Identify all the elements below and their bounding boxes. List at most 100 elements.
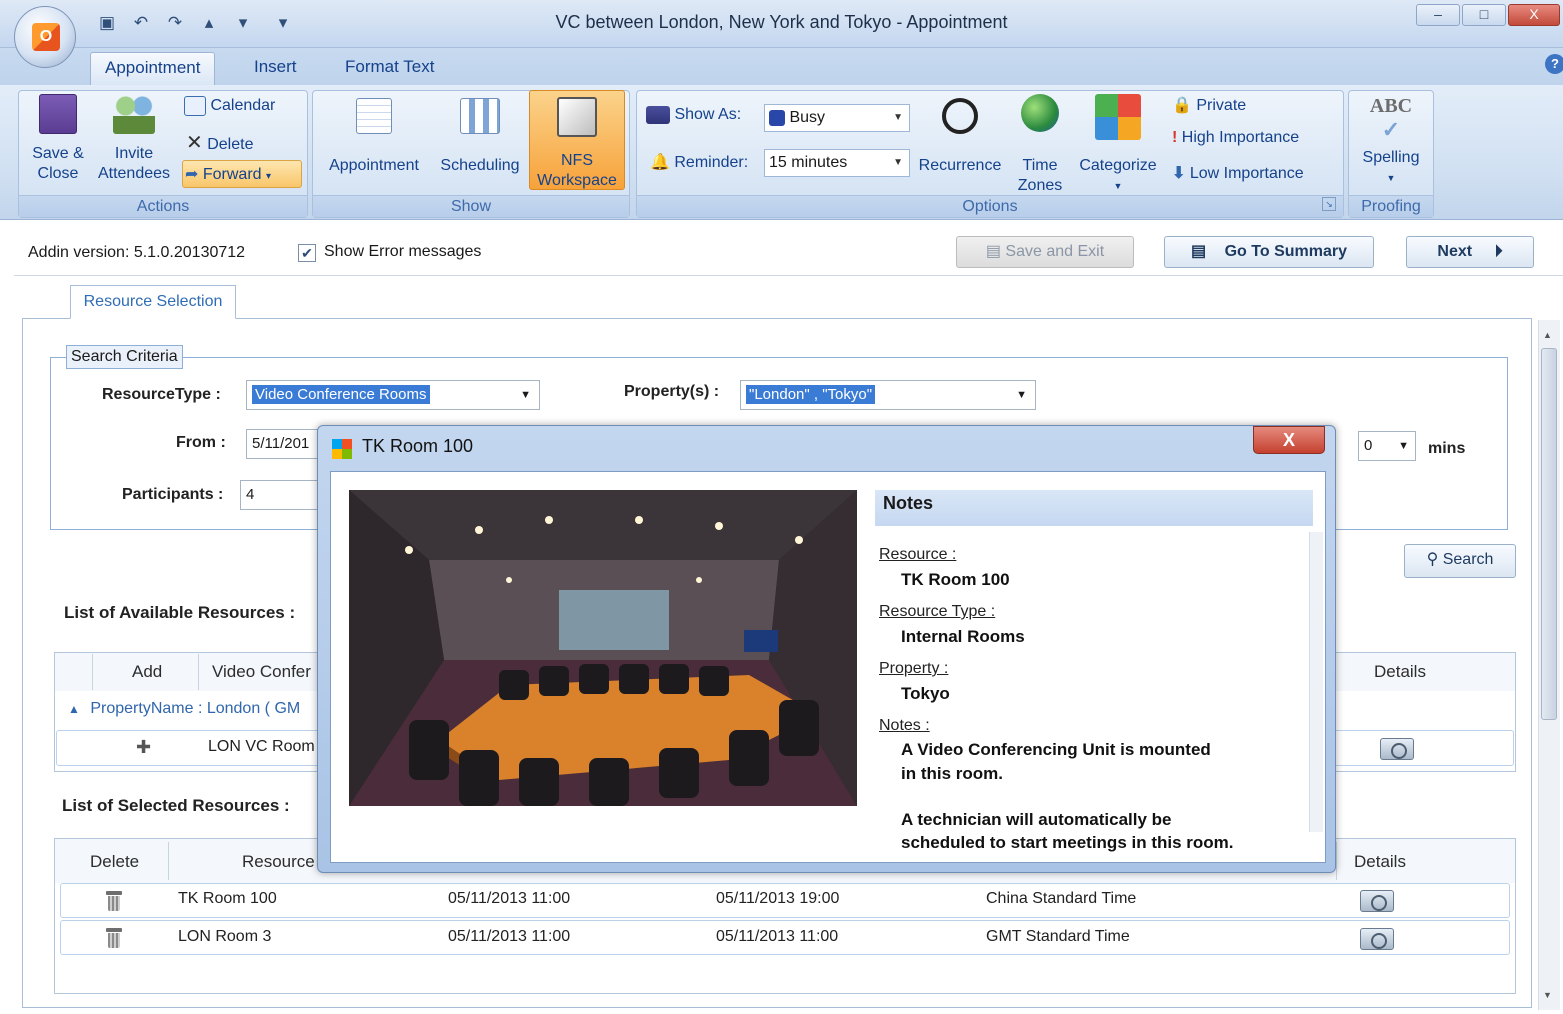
add-icon[interactable]: ✚ [136, 737, 151, 758]
reminder-dropdown-icon: ▼ [893, 157, 903, 168]
time-zones-button[interactable]: Time Zones [1012, 94, 1068, 196]
scrollbar-thumb[interactable] [1541, 348, 1557, 720]
search-button[interactable]: ⚲ Search [1404, 544, 1516, 578]
participants-input[interactable]: 4 [240, 480, 326, 510]
mins-label: mins [1428, 440, 1466, 457]
next-button[interactable]: Next ⏵ [1406, 236, 1534, 268]
col-add[interactable]: Add [132, 662, 162, 682]
tab-format-text[interactable]: Format Text [331, 52, 448, 85]
selected-end-time: 05/11/2013 19:00 [716, 890, 840, 907]
property-field-value: Tokyo [901, 684, 950, 703]
scroll-down-icon[interactable]: ▼ [1543, 990, 1552, 1000]
selected-resource-name: TK Room 100 [178, 890, 277, 907]
save-close-label-2: Close [37, 165, 79, 182]
customize-qat-icon[interactable]: ▾ [272, 10, 294, 36]
forward-button[interactable]: ➦ Forward ▾ [182, 160, 302, 188]
col-delete[interactable]: Delete [90, 852, 139, 872]
show-as-value: Busy [789, 109, 826, 126]
show-as-icon [646, 106, 670, 124]
property-select[interactable]: "London" , "Tokyo" ▼ [740, 380, 1036, 410]
notes-line-3: A technician will automatically be [901, 810, 1172, 829]
property-value: "London" , "Tokyo" [746, 385, 876, 404]
camera-icon[interactable] [1360, 890, 1394, 912]
save-close-button[interactable]: Save & Close [26, 94, 90, 184]
redo-icon[interactable]: ↷ [164, 10, 186, 36]
camera-icon[interactable] [1380, 738, 1414, 760]
reminder-select[interactable]: 15 minutes ▼ [764, 149, 910, 177]
show-errors-label: Show Error messages [324, 243, 482, 260]
col-resource[interactable]: Resource [242, 852, 315, 872]
from-date-input[interactable]: 5/11/201 [246, 429, 326, 459]
calendar-button[interactable]: Calendar [184, 96, 304, 120]
private-label: Private [1196, 97, 1247, 114]
calendar-icon [184, 96, 206, 116]
delete-button[interactable]: ✕ Delete [186, 130, 306, 154]
appointment-view-button[interactable]: Appointment [320, 98, 428, 176]
recurrence-button[interactable]: Recurrence [912, 98, 1008, 176]
low-importance-button[interactable]: ⬇ Low Importance [1172, 163, 1340, 187]
low-importance-icon: ⬇ [1172, 165, 1186, 182]
save-icon[interactable]: ▣ [96, 10, 118, 36]
high-importance-button[interactable]: ! High Importance [1172, 129, 1340, 153]
camera-icon[interactable] [1360, 928, 1394, 950]
notes-header: Notes [875, 490, 1313, 526]
show-as-label-wrap: Show As: [646, 106, 758, 132]
save-exit-button[interactable]: ▤ Save and Exit [956, 236, 1134, 268]
spelling-button[interactable]: ABC ✓ Spelling ▼ [1352, 94, 1430, 188]
maximize-button[interactable]: □ [1462, 4, 1506, 26]
show-errors-checkbox[interactable]: ✔ [298, 244, 316, 262]
summary-icon: ▤ [1191, 243, 1207, 260]
close-window-button[interactable]: X [1508, 4, 1560, 26]
collapse-icon[interactable]: ▲ [68, 702, 80, 716]
col-details[interactable]: Details [1374, 662, 1426, 682]
globe-icon [1021, 94, 1059, 132]
tab-appointment[interactable]: Appointment [90, 52, 216, 85]
options-launcher-icon[interactable]: ↘ [1322, 197, 1336, 211]
lock-icon: 🔒 [1172, 97, 1192, 114]
scroll-up-icon[interactable]: ▲ [1543, 330, 1552, 340]
categorize-button[interactable]: Categorize ▼ [1072, 94, 1164, 196]
conference-room-image [349, 490, 857, 806]
selected-timezone: China Standard Time [986, 890, 1137, 907]
forward-label: Forward [202, 166, 262, 183]
next-item-icon[interactable]: ▾ [232, 10, 254, 36]
go-to-summary-button[interactable]: ▤ Go To Summary [1164, 236, 1374, 268]
mins-select[interactable]: 0 ▼ [1358, 431, 1416, 461]
reminder-value: 15 minutes [769, 154, 848, 171]
tab-insert[interactable]: Insert [240, 52, 311, 85]
private-button[interactable]: 🔒 Private [1172, 95, 1340, 119]
selected-resources-title: List of Selected Resources : [62, 796, 290, 815]
search-criteria-legend: Search Criteria [66, 345, 183, 369]
delete-trash-icon[interactable] [106, 891, 122, 911]
show-as-select[interactable]: Busy ▼ [764, 104, 910, 132]
dialog-close-button[interactable]: X [1253, 426, 1325, 454]
recurrence-label: Recurrence [918, 157, 1002, 174]
from-label: From : [176, 434, 226, 451]
undo-icon[interactable]: ↶ [130, 10, 152, 36]
search-button-label: Search [1442, 551, 1494, 568]
appointment-icon [356, 98, 392, 134]
go-to-summary-label: Go To Summary [1224, 243, 1347, 260]
forward-dropdown-icon[interactable]: ▾ [266, 171, 271, 182]
resource-type-dropdown-icon: ▼ [520, 389, 531, 401]
help-icon[interactable]: ? [1545, 54, 1563, 74]
col-video-conference[interactable]: Video Confer [212, 662, 311, 682]
invite-label-2: Attendees [97, 165, 171, 182]
minimize-button[interactable]: – [1416, 4, 1460, 26]
office-button[interactable]: O [14, 6, 76, 68]
delete-trash-icon[interactable] [106, 928, 122, 948]
categorize-label: Categorize [1079, 157, 1157, 174]
nfs-workspace-button[interactable]: NFS Workspace [529, 90, 625, 190]
col-details-selected[interactable]: Details [1354, 852, 1406, 872]
spelling-dropdown-icon: ▼ [1386, 173, 1396, 183]
resource-name: LON VC Room [208, 738, 315, 755]
grid-divider [168, 842, 169, 880]
notes-scrollbar[interactable] [1309, 532, 1323, 832]
nfs-label-1: NFS [561, 152, 593, 169]
tab-resource-selection[interactable]: Resource Selection [70, 285, 236, 319]
group-row-london[interactable]: ▲ PropertyName : London ( GM [68, 700, 300, 718]
invite-attendees-button[interactable]: Invite Attendees [92, 94, 176, 184]
previous-item-icon[interactable]: ▴ [198, 10, 220, 36]
resource-type-select[interactable]: Video Conference Rooms ▼ [246, 380, 540, 410]
scheduling-button[interactable]: Scheduling [432, 98, 528, 176]
